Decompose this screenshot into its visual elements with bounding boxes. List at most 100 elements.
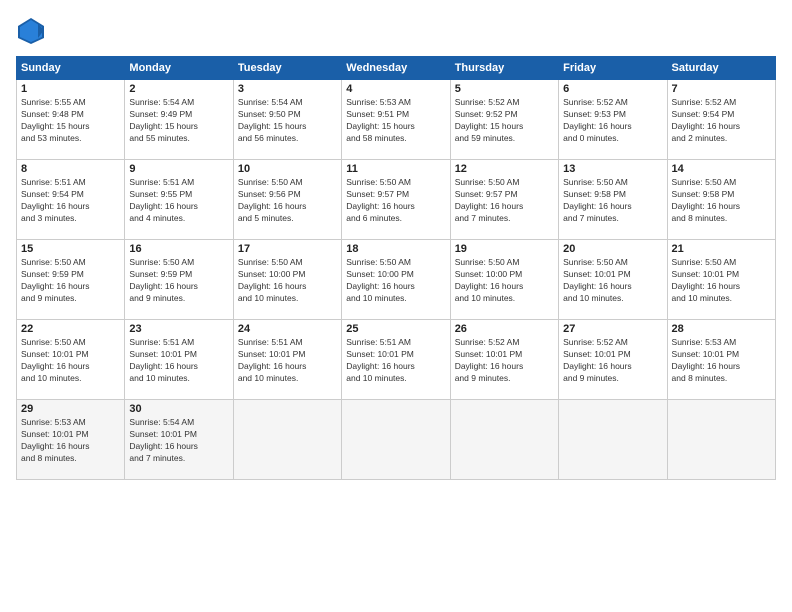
column-header-sunday: Sunday	[17, 57, 125, 80]
column-header-friday: Friday	[559, 57, 667, 80]
day-cell: 7Sunrise: 5:52 AM Sunset: 9:54 PM Daylig…	[667, 80, 775, 160]
column-header-wednesday: Wednesday	[342, 57, 450, 80]
day-info: Sunrise: 5:53 AM Sunset: 10:01 PM Daylig…	[21, 417, 120, 465]
day-cell: 9 Sunrise: 5:51 AM Sunset: 9:55 PM Daylig…	[125, 160, 233, 240]
day-number: 12	[455, 163, 554, 175]
day-cell: 30Sunrise: 5:54 AM Sunset: 10:01 PM Dayl…	[125, 400, 233, 480]
day-info: Sunrise: 5:50 AM Sunset: 9:58 PM Dayligh…	[672, 177, 771, 225]
day-info: Sunrise: 5:52 AM Sunset: 10:01 PM Daylig…	[563, 337, 662, 385]
week-row-1: 1 Sunrise: 5:55 AM Sunset: 9:48 PM Daylig…	[17, 80, 776, 160]
day-cell: 17 Sunrise: 5:50 AM Sunset: 10:00 PM Dayl…	[233, 240, 341, 320]
day-info: Sunrise: 5:51 AM Sunset: 10:01 PM Daylig…	[346, 337, 445, 385]
day-cell: 6Sunrise: 5:52 AM Sunset: 9:53 PM Daylig…	[559, 80, 667, 160]
logo-icon	[16, 16, 46, 46]
day-info: Sunrise: 5:50 AM Sunset: 10:01 PM Daylig…	[21, 337, 120, 385]
week-row-2: 8 Sunrise: 5:51 AM Sunset: 9:54 PM Daylig…	[17, 160, 776, 240]
day-cell: 23 Sunrise: 5:51 AM Sunset: 10:01 PM Dayl…	[125, 320, 233, 400]
day-number: 14	[672, 163, 771, 175]
day-cell: 21Sunrise: 5:50 AM Sunset: 10:01 PM Dayl…	[667, 240, 775, 320]
column-header-tuesday: Tuesday	[233, 57, 341, 80]
day-info: Sunrise: 5:50 AM Sunset: 9:57 PM Dayligh…	[455, 177, 554, 225]
logo	[16, 16, 50, 46]
day-cell: 28 Sunrise: 5:53 AM Sunset: 10:01 PM Dayl…	[667, 320, 775, 400]
day-cell: 22 Sunrise: 5:50 AM Sunset: 10:01 PM Dayl…	[17, 320, 125, 400]
day-info: Sunrise: 5:51 AM Sunset: 10:01 PM Daylig…	[238, 337, 337, 385]
day-info: Sunrise: 5:51 AM Sunset: 10:01 PM Daylig…	[129, 337, 228, 385]
day-number: 8	[21, 163, 120, 175]
day-number: 25	[346, 323, 445, 335]
page: SundayMondayTuesdayWednesdayThursdayFrid…	[0, 0, 792, 612]
day-number: 18	[346, 243, 445, 255]
day-info: Sunrise: 5:55 AM Sunset: 9:48 PM Dayligh…	[21, 97, 120, 145]
day-cell: 27 Sunrise: 5:52 AM Sunset: 10:01 PM Dayl…	[559, 320, 667, 400]
day-number: 28	[672, 323, 771, 335]
day-cell: 11 Sunrise: 5:50 AM Sunset: 9:57 PM Dayli…	[342, 160, 450, 240]
day-cell: 18Sunrise: 5:50 AM Sunset: 10:00 PM Dayl…	[342, 240, 450, 320]
week-row-3: 15 Sunrise: 5:50 AM Sunset: 9:59 PM Dayli…	[17, 240, 776, 320]
day-info: Sunrise: 5:51 AM Sunset: 9:55 PM Dayligh…	[129, 177, 228, 225]
day-number: 1	[21, 83, 120, 95]
day-cell: 20 Sunrise: 5:50 AM Sunset: 10:01 PM Dayl…	[559, 240, 667, 320]
day-number: 27	[563, 323, 662, 335]
day-cell	[667, 400, 775, 480]
day-number: 11	[346, 163, 445, 175]
day-info: Sunrise: 5:50 AM Sunset: 9:58 PM Dayligh…	[563, 177, 662, 225]
column-header-monday: Monday	[125, 57, 233, 80]
calendar: SundayMondayTuesdayWednesdayThursdayFrid…	[16, 56, 776, 480]
day-info: Sunrise: 5:50 AM Sunset: 9:59 PM Dayligh…	[21, 257, 120, 305]
day-info: Sunrise: 5:54 AM Sunset: 9:49 PM Dayligh…	[129, 97, 228, 145]
day-number: 23	[129, 323, 228, 335]
day-number: 22	[21, 323, 120, 335]
day-number: 16	[129, 243, 228, 255]
day-info: Sunrise: 5:50 AM Sunset: 9:57 PM Dayligh…	[346, 177, 445, 225]
day-info: Sunrise: 5:50 AM Sunset: 10:01 PM Daylig…	[672, 257, 771, 305]
day-info: Sunrise: 5:52 AM Sunset: 10:01 PM Daylig…	[455, 337, 554, 385]
day-cell: 10Sunrise: 5:50 AM Sunset: 9:56 PM Dayli…	[233, 160, 341, 240]
day-info: Sunrise: 5:52 AM Sunset: 9:54 PM Dayligh…	[672, 97, 771, 145]
day-cell: 29 Sunrise: 5:53 AM Sunset: 10:01 PM Dayl…	[17, 400, 125, 480]
day-info: Sunrise: 5:50 AM Sunset: 10:00 PM Daylig…	[455, 257, 554, 305]
week-row-4: 22 Sunrise: 5:50 AM Sunset: 10:01 PM Dayl…	[17, 320, 776, 400]
day-number: 9	[129, 163, 228, 175]
day-number: 19	[455, 243, 554, 255]
day-cell: 13 Sunrise: 5:50 AM Sunset: 9:58 PM Dayli…	[559, 160, 667, 240]
day-cell: 12 Sunrise: 5:50 AM Sunset: 9:57 PM Dayli…	[450, 160, 558, 240]
day-cell: 1 Sunrise: 5:55 AM Sunset: 9:48 PM Daylig…	[17, 80, 125, 160]
day-info: Sunrise: 5:54 AM Sunset: 9:50 PM Dayligh…	[238, 97, 337, 145]
day-cell: 14 Sunrise: 5:50 AM Sunset: 9:58 PM Dayli…	[667, 160, 775, 240]
day-info: Sunrise: 5:52 AM Sunset: 9:53 PM Dayligh…	[563, 97, 662, 145]
day-cell: 2 Sunrise: 5:54 AM Sunset: 9:49 PM Daylig…	[125, 80, 233, 160]
day-cell	[342, 400, 450, 480]
day-info: Sunrise: 5:51 AM Sunset: 9:54 PM Dayligh…	[21, 177, 120, 225]
day-cell	[559, 400, 667, 480]
day-cell: 8 Sunrise: 5:51 AM Sunset: 9:54 PM Daylig…	[17, 160, 125, 240]
day-number: 29	[21, 403, 120, 415]
day-number: 5	[455, 83, 554, 95]
day-number: 2	[129, 83, 228, 95]
day-number: 17	[238, 243, 337, 255]
day-info: Sunrise: 5:53 AM Sunset: 10:01 PM Daylig…	[672, 337, 771, 385]
day-info: Sunrise: 5:50 AM Sunset: 10:00 PM Daylig…	[238, 257, 337, 305]
day-cell: 24 Sunrise: 5:51 AM Sunset: 10:01 PM Dayl…	[233, 320, 341, 400]
column-header-thursday: Thursday	[450, 57, 558, 80]
day-number: 15	[21, 243, 120, 255]
day-number: 3	[238, 83, 337, 95]
day-number: 13	[563, 163, 662, 175]
day-info: Sunrise: 5:50 AM Sunset: 9:59 PM Dayligh…	[129, 257, 228, 305]
day-cell: 3 Sunrise: 5:54 AM Sunset: 9:50 PM Daylig…	[233, 80, 341, 160]
day-number: 30	[129, 403, 228, 415]
day-cell: 19 Sunrise: 5:50 AM Sunset: 10:00 PM Dayl…	[450, 240, 558, 320]
day-number: 10	[238, 163, 337, 175]
day-cell	[233, 400, 341, 480]
header-row: SundayMondayTuesdayWednesdayThursdayFrid…	[17, 57, 776, 80]
day-info: Sunrise: 5:52 AM Sunset: 9:52 PM Dayligh…	[455, 97, 554, 145]
column-header-saturday: Saturday	[667, 57, 775, 80]
day-cell	[450, 400, 558, 480]
day-info: Sunrise: 5:53 AM Sunset: 9:51 PM Dayligh…	[346, 97, 445, 145]
day-number: 4	[346, 83, 445, 95]
day-number: 24	[238, 323, 337, 335]
day-cell: 4 Sunrise: 5:53 AM Sunset: 9:51 PM Daylig…	[342, 80, 450, 160]
day-info: Sunrise: 5:50 AM Sunset: 10:01 PM Daylig…	[563, 257, 662, 305]
day-cell: 15 Sunrise: 5:50 AM Sunset: 9:59 PM Dayli…	[17, 240, 125, 320]
day-number: 20	[563, 243, 662, 255]
